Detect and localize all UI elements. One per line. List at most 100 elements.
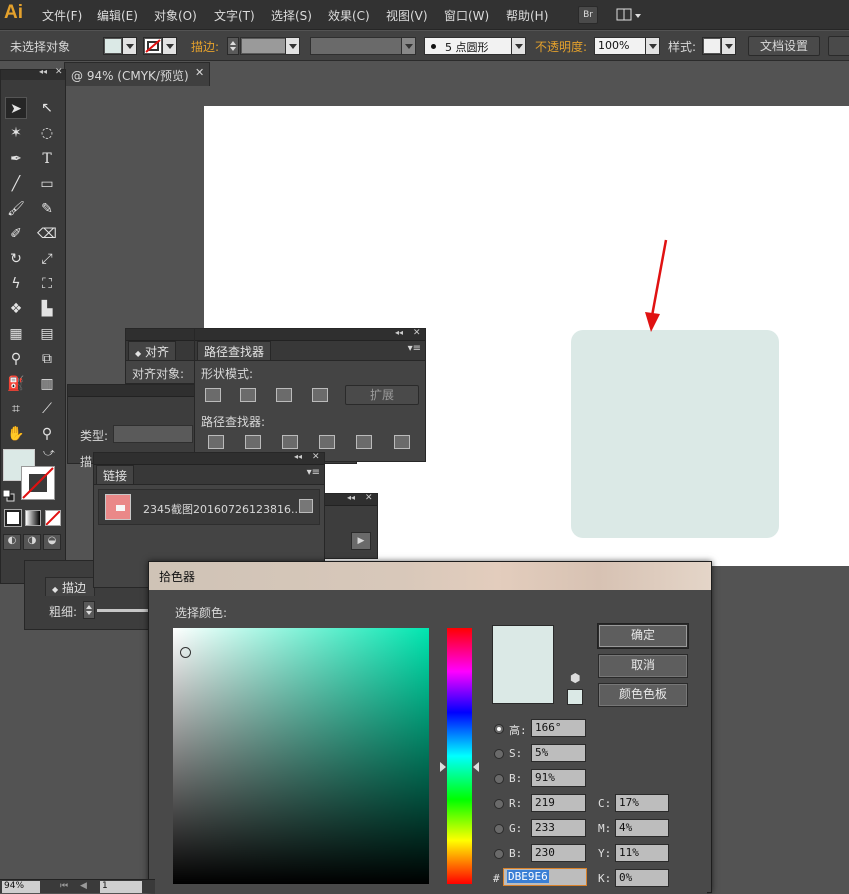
live-paint-tool-icon[interactable]: ⛽ xyxy=(5,373,27,395)
stroke-weight-dropdown[interactable] xyxy=(240,37,300,55)
selection-tool-icon[interactable]: ➤ xyxy=(5,97,27,119)
draw-behind-icon[interactable]: ◑ xyxy=(23,534,41,550)
expand-button[interactable]: 扩展 xyxy=(345,385,419,405)
minus-back-icon[interactable] xyxy=(394,435,410,452)
document-tab[interactable]: @ 94% (CMYK/预览) ✕ xyxy=(64,62,210,86)
intersect-icon[interactable] xyxy=(276,388,292,405)
type-tool-icon[interactable]: T xyxy=(36,148,58,170)
close-icon[interactable]: ✕ xyxy=(55,67,63,77)
document-setup-button[interactable]: 文档设置 xyxy=(748,36,820,56)
saturation-radio[interactable] xyxy=(494,749,504,759)
weight-field[interactable] xyxy=(97,609,153,612)
slice-tool-icon[interactable]: ⟋ xyxy=(36,398,58,420)
color-swatches-button[interactable]: 颜色色板 xyxy=(598,683,688,707)
symbol-sprayer-tool-icon[interactable]: ❖ xyxy=(5,298,27,320)
first-artboard-icon[interactable]: ⏮ xyxy=(60,881,68,891)
hue-radio[interactable] xyxy=(494,724,504,734)
magenta-input[interactable]: 4% xyxy=(615,819,669,837)
swap-colors-icon[interactable]: ⤻ xyxy=(43,446,55,460)
collapse-icon[interactable]: ◂◂ xyxy=(39,67,47,76)
brush-dropdown[interactable]: 5 点圆形 xyxy=(424,37,526,55)
merge-icon[interactable] xyxy=(282,435,298,452)
workspace-switcher-icon[interactable] xyxy=(616,6,644,24)
none-mode-icon[interactable] xyxy=(45,510,61,526)
menu-window[interactable]: 窗口(W) xyxy=(444,7,489,24)
hue-slider-right-arrow-icon[interactable] xyxy=(473,762,479,772)
green-input[interactable]: 233 xyxy=(531,819,586,837)
saturation-input[interactable]: 5% xyxy=(531,744,586,762)
collapse-icon[interactable]: ◂◂ xyxy=(294,452,302,461)
trim-icon[interactable] xyxy=(245,435,261,452)
opacity-input[interactable]: 100% xyxy=(594,37,660,55)
align-tab[interactable]: ◆ 对齐 xyxy=(128,341,176,360)
preferences-button[interactable] xyxy=(828,36,849,56)
play-icon[interactable]: ▶ xyxy=(351,532,371,550)
stroke-tab[interactable]: ◆ 描边 xyxy=(45,577,95,596)
color-picker-handle[interactable] xyxy=(180,647,191,658)
yellow-input[interactable]: 11% xyxy=(615,844,669,862)
hue-slider-left-arrow-icon[interactable] xyxy=(440,762,446,772)
list-item[interactable]: 2345截图20160726123816... xyxy=(98,489,320,525)
direct-selection-tool-icon[interactable]: ↖ xyxy=(36,97,58,119)
gradient-mode-icon[interactable] xyxy=(25,510,41,526)
blue-radio[interactable] xyxy=(494,849,504,859)
close-tab-icon[interactable]: ✕ xyxy=(195,66,204,79)
stroke-weight-stepper[interactable] xyxy=(227,37,239,55)
graphic-style-dropdown[interactable] xyxy=(702,37,736,55)
black-input[interactable]: 0% xyxy=(615,869,669,887)
artboard-number-field[interactable]: 1 xyxy=(100,881,142,893)
hand-tool-icon[interactable]: ✋ xyxy=(5,423,27,445)
prev-artboard-icon[interactable]: ◀ xyxy=(80,881,87,891)
scale-tool-icon[interactable]: ⤢ xyxy=(36,248,58,270)
collapse-icon[interactable]: ◂◂ xyxy=(347,493,355,502)
graph-tool-icon[interactable]: ▥ xyxy=(36,373,58,395)
pathfinder-tab[interactable]: 路径查找器 xyxy=(197,341,272,360)
crop-icon[interactable] xyxy=(319,435,335,452)
close-icon[interactable]: ✕ xyxy=(413,328,421,338)
menu-effect[interactable]: 效果(C) xyxy=(328,7,370,24)
brightness-input[interactable]: 91% xyxy=(531,769,586,787)
dialog-titlebar[interactable]: 拾色器 xyxy=(149,562,711,590)
pencil-tool-icon[interactable]: ✎ xyxy=(36,198,58,220)
cancel-button[interactable]: 取消 xyxy=(598,654,688,678)
red-radio[interactable] xyxy=(494,799,504,809)
tools-panel-grip[interactable]: ◂◂ ✕ xyxy=(1,67,65,80)
links-tab[interactable]: 链接 xyxy=(96,465,135,484)
outline-icon[interactable] xyxy=(356,435,372,452)
draw-inside-icon[interactable]: ◒ xyxy=(43,534,61,550)
hue-input[interactable]: 166° xyxy=(531,719,586,737)
menu-edit[interactable]: 编辑(E) xyxy=(97,7,138,24)
weight-stepper[interactable] xyxy=(83,601,95,619)
saturation-brightness-field[interactable] xyxy=(173,628,429,884)
menu-select[interactable]: 选择(S) xyxy=(271,7,312,24)
zoom-tool-icon[interactable]: ⚲ xyxy=(36,423,58,445)
close-icon[interactable]: ✕ xyxy=(312,452,320,462)
paintbrush-tool-icon[interactable]: 🖌 xyxy=(5,198,27,220)
exclude-icon[interactable] xyxy=(312,388,328,405)
default-colors-icon[interactable] xyxy=(2,489,15,502)
free-transform-tool-icon[interactable]: ⛶ xyxy=(36,273,58,295)
draw-normal-icon[interactable]: ◐ xyxy=(3,534,21,550)
line-segment-tool-icon[interactable]: ╱ xyxy=(5,173,27,195)
rectangle-tool-icon[interactable]: ▭ xyxy=(36,173,58,195)
collapse-icon[interactable]: ◂◂ xyxy=(395,328,403,337)
menu-type[interactable]: 文字(T) xyxy=(214,7,255,24)
zoom-field[interactable]: 94% xyxy=(2,881,40,893)
lasso-tool-icon[interactable]: ◌ xyxy=(36,122,58,144)
blend-tool-icon[interactable]: ⧉ xyxy=(36,348,58,370)
divide-icon[interactable] xyxy=(208,435,224,452)
magic-wand-tool-icon[interactable]: ✶ xyxy=(5,122,27,144)
green-radio[interactable] xyxy=(494,824,504,834)
red-input[interactable]: 219 xyxy=(531,794,586,812)
fill-swatch-dropdown[interactable] xyxy=(103,37,137,55)
blob-brush-tool-icon[interactable]: ✐ xyxy=(5,223,27,245)
eraser-tool-icon[interactable]: ⌫ xyxy=(36,223,58,245)
artboard-tool-icon[interactable]: ⌗ xyxy=(5,398,27,420)
panel-menu-icon[interactable]: ▾≡ xyxy=(408,343,421,354)
warp-tool-icon[interactable]: ϟ xyxy=(5,273,27,295)
stroke-swatch-dropdown[interactable] xyxy=(143,37,177,55)
stroke-color-swatch[interactable] xyxy=(21,466,55,500)
unite-icon[interactable] xyxy=(205,388,221,405)
rounded-rectangle-shape[interactable] xyxy=(571,330,779,538)
out-of-gamut-icon[interactable]: ⬢ xyxy=(570,671,580,685)
